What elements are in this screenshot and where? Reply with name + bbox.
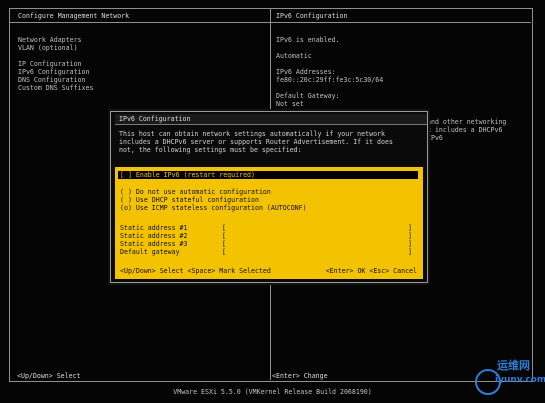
- static-address-2-field[interactable]: [: [222, 232, 226, 240]
- static-address-1-label: Static address #1: [120, 224, 188, 232]
- info-line: IPv6 Addresses:: [276, 68, 336, 76]
- dialog-options-panel: [ ] Enable IPv6 (restart required) ( ) D…: [115, 167, 423, 279]
- ipv6-info-panel: IPv6 is enabled. Automatic IPv6 Addresse…: [276, 36, 383, 108]
- option-no-auto-config[interactable]: ( ) Do not use automatic configuration: [120, 188, 271, 196]
- ipv6-configuration-dialog: IPv6 Configuration This host can obtain …: [110, 111, 428, 283]
- info-line: Not set: [276, 100, 304, 108]
- esxi-dcui-screen: Configure Management Network IPv6 Config…: [0, 0, 545, 403]
- menu-item-ipv6-configuration[interactable]: IPv6 Configuration: [18, 68, 93, 76]
- field-bracket: ]: [408, 240, 412, 248]
- static-address-3-label: Static address #3: [120, 240, 188, 248]
- info-line: IPv6 is enabled.: [276, 36, 340, 44]
- static-address-2-row[interactable]: Static address #2: [120, 232, 188, 240]
- menu-item-dns-configuration[interactable]: DNS Configuration: [18, 76, 93, 84]
- background-text-fragment: and other networking k includes a DHCPv6…: [427, 118, 506, 142]
- site-watermark: 运维网 iyunv.com: [475, 355, 545, 403]
- option-icmp-stateless[interactable]: (o) Use ICMP stateless configuration (AU…: [120, 204, 307, 212]
- watermark-text: 运维网: [497, 359, 530, 372]
- field-bracket: ]: [408, 248, 412, 256]
- footer-key-hint-change: <Enter> Change: [272, 372, 328, 380]
- option-dhcp-stateful[interactable]: ( ) Use DHCP stateful configuration: [120, 196, 259, 204]
- menu-item-vlan[interactable]: VLAN (optional): [18, 44, 93, 52]
- network-menu: Network Adapters VLAN (optional) IP Conf…: [18, 36, 93, 92]
- description-line: not, the following settings must be spec…: [119, 146, 302, 154]
- description-line: This host can obtain network settings au…: [119, 130, 385, 138]
- description-line: includes a DHCPv6 server or supports Rou…: [119, 138, 393, 146]
- left-panel-title: Configure Management Network: [18, 12, 130, 20]
- static-address-1-field[interactable]: [: [222, 224, 226, 232]
- default-gateway-field[interactable]: [: [222, 248, 226, 256]
- right-panel-title: IPv6 Configuration: [276, 12, 348, 20]
- dialog-key-hints-left: <Up/Down> Select <Space> Mark Selected: [120, 267, 271, 275]
- menu-item-ip-configuration[interactable]: IP Configuration: [18, 60, 93, 68]
- dialog-title: IPv6 Configuration: [115, 114, 427, 125]
- build-info: VMware ESXi 5.5.0 (VMKernel Release Buil…: [173, 388, 372, 396]
- menu-item-custom-dns-suffixes[interactable]: Custom DNS Suffixes: [18, 84, 93, 92]
- background-line: and other networking: [427, 118, 507, 126]
- static-address-1-row[interactable]: Static address #1: [120, 224, 188, 232]
- menu-spacer: [18, 52, 93, 60]
- static-address-2-label: Static address #2: [120, 232, 188, 240]
- field-bracket: ]: [408, 224, 412, 232]
- dialog-key-hints-right: <Enter> OK <Esc> Cancel: [325, 267, 417, 275]
- default-gateway-label: Default gateway: [120, 248, 180, 256]
- dialog-description: This host can obtain network settings au…: [119, 130, 419, 154]
- footer-key-hint-select: <Up/Down> Select: [17, 372, 81, 380]
- watermark-domain: iyunv.com: [495, 375, 545, 385]
- enable-ipv6-label: [ ] Enable IPv6 (restart required): [120, 171, 255, 179]
- background-line: IPv6: [427, 134, 443, 142]
- static-address-3-row[interactable]: Static address #3: [120, 240, 188, 248]
- info-line: Automatic: [276, 52, 312, 60]
- background-line: k includes a DHCPv6: [427, 126, 503, 134]
- info-line: [276, 60, 383, 68]
- enable-ipv6-checkbox[interactable]: [ ] Enable IPv6 (restart required): [118, 171, 418, 179]
- info-line: [276, 44, 383, 52]
- menu-item-network-adapters[interactable]: Network Adapters: [18, 36, 93, 44]
- field-bracket: ]: [408, 232, 412, 240]
- static-address-3-field[interactable]: [: [222, 240, 226, 248]
- info-line: Default Gateway:: [276, 92, 340, 100]
- info-line: fe80::20c:29ff:fe3c:5c30/64: [276, 76, 384, 84]
- default-gateway-row[interactable]: Default gateway: [120, 248, 180, 256]
- info-line: [276, 84, 383, 92]
